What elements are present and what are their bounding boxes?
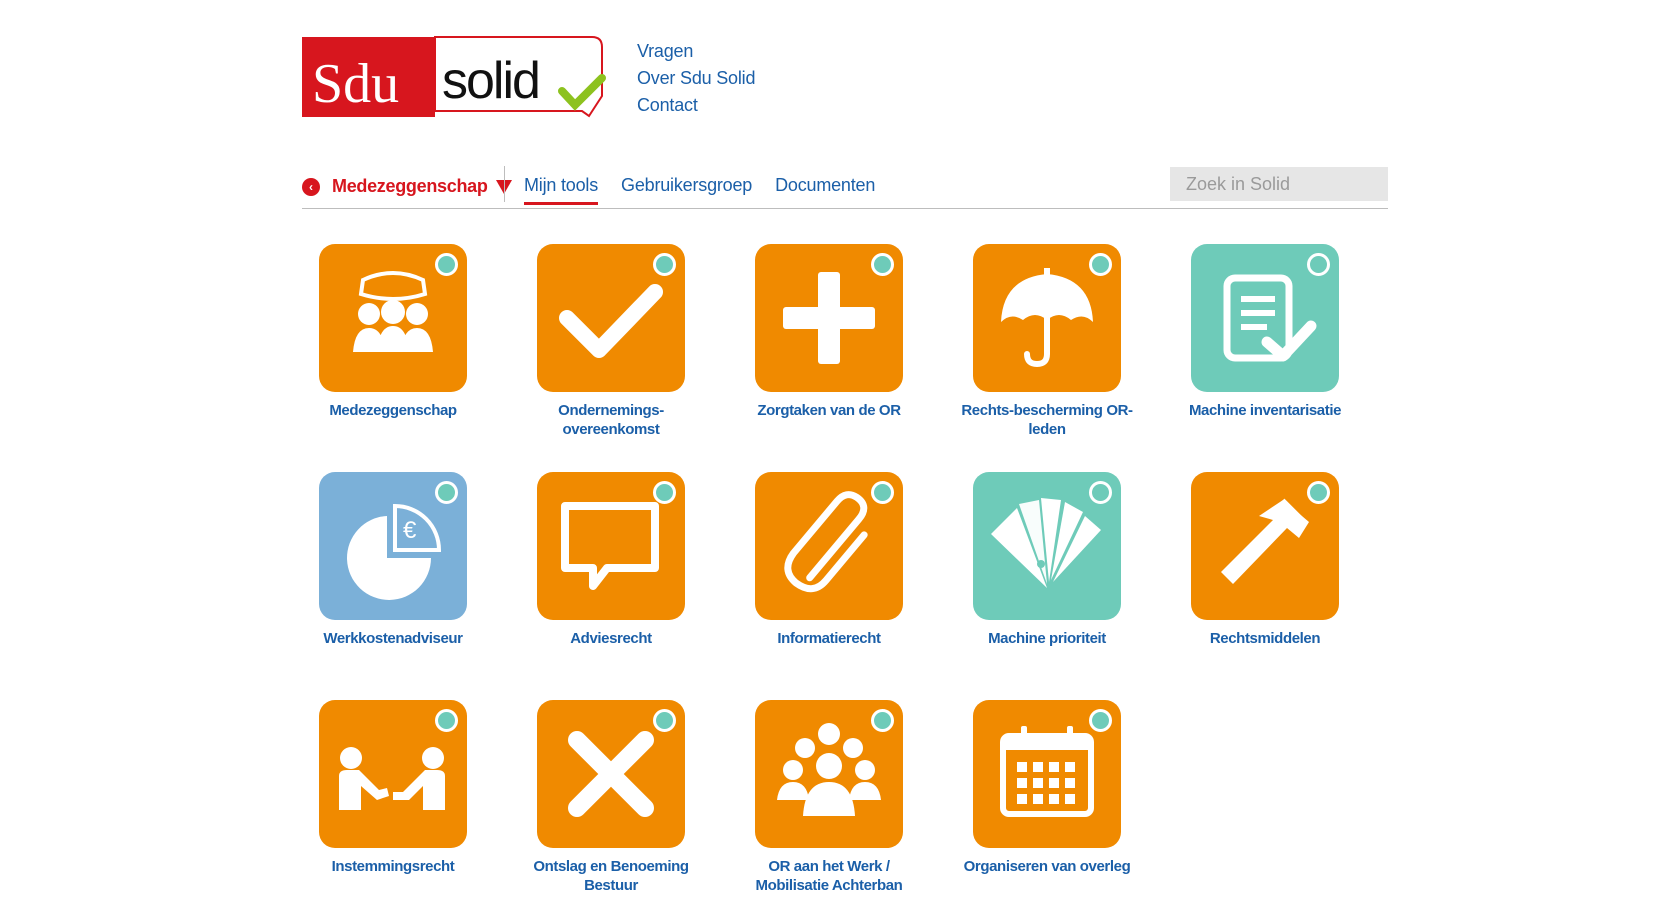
tool-tile-label[interactable]: Werkkostenadviseur xyxy=(303,629,483,648)
sdu-solid-logo[interactable]: Sdu solid xyxy=(302,36,620,124)
tool-tile[interactable]: Informatierecht xyxy=(739,472,919,648)
status-dot-icon xyxy=(1089,253,1112,276)
tool-tile[interactable]: Rechts-bescherming OR-leden xyxy=(957,244,1137,439)
tool-tile-icon-box[interactable] xyxy=(755,700,903,848)
tool-tile[interactable]: Machine inventarisatie xyxy=(1175,244,1355,420)
tab-documenten[interactable]: Documenten xyxy=(775,175,875,204)
tool-tile[interactable]: OR aan het Werk / Mobilisatie Achterban xyxy=(739,700,919,895)
logo-text-solid: solid xyxy=(442,52,539,110)
tool-tile-icon-box[interactable] xyxy=(755,472,903,620)
status-dot-icon xyxy=(871,709,894,732)
page: Sdu solid Vragen Over Sdu Solid Contact … xyxy=(0,0,1680,923)
tool-tile-label[interactable]: Organiseren van overleg xyxy=(957,857,1137,876)
status-dot-icon xyxy=(653,481,676,504)
tab-gebruikersgroep[interactable]: Gebruikersgroep xyxy=(621,175,752,204)
search-input[interactable] xyxy=(1170,167,1388,201)
nav-divider xyxy=(504,166,505,202)
tool-tile-label[interactable]: Ontslag en Benoeming Bestuur xyxy=(521,857,701,895)
tool-tile-icon-box[interactable] xyxy=(319,700,467,848)
status-dot-icon xyxy=(1089,709,1112,732)
tool-tile-label[interactable]: OR aan het Werk / Mobilisatie Achterban xyxy=(739,857,919,895)
tool-tile[interactable]: Machine prioriteit xyxy=(957,472,1137,648)
status-dot-icon xyxy=(1307,253,1330,276)
tool-tile-label[interactable]: Ondernemings-overeenkomst xyxy=(521,401,701,439)
tool-tile[interactable]: Ontslag en Benoeming Bestuur xyxy=(521,700,701,895)
svg-text:€: € xyxy=(403,517,417,544)
tool-tile-icon-box[interactable] xyxy=(537,472,685,620)
tool-tile-icon-box[interactable]: € xyxy=(319,472,467,620)
tool-tile-icon-box[interactable] xyxy=(1191,244,1339,392)
tool-tile-label[interactable]: Medezeggenschap xyxy=(303,401,483,420)
tool-tile[interactable]: Ondernemings-overeenkomst xyxy=(521,244,701,439)
tool-tile-label[interactable]: Rechtsmiddelen xyxy=(1175,629,1355,648)
top-links: Vragen Over Sdu Solid Contact xyxy=(637,38,755,119)
tool-tile[interactable]: Organiseren van overleg xyxy=(957,700,1137,876)
nav-tabs: Mijn tools Gebruikersgroep Documenten xyxy=(524,175,898,205)
tool-tile-label[interactable]: Zorgtaken van de OR xyxy=(739,401,919,420)
tool-tile-label[interactable]: Adviesrecht xyxy=(521,629,701,648)
tool-tile-icon-box[interactable] xyxy=(755,244,903,392)
status-dot-icon xyxy=(1089,481,1112,504)
link-vragen[interactable]: Vragen xyxy=(637,38,755,65)
tool-tile-icon-box[interactable] xyxy=(319,244,467,392)
status-dot-icon xyxy=(435,481,458,504)
link-over-sdu-solid[interactable]: Over Sdu Solid xyxy=(637,65,755,92)
tool-tile-label[interactable]: Informatierecht xyxy=(739,629,919,648)
tool-tile[interactable]: Zorgtaken van de OR xyxy=(739,244,919,420)
logo-text-sdu: Sdu xyxy=(312,53,399,115)
tool-tile-icon-box[interactable] xyxy=(1191,472,1339,620)
tool-tile-label[interactable]: Rechts-bescherming OR-leden xyxy=(957,401,1137,439)
tool-tile-label[interactable]: Machine inventarisatie xyxy=(1175,401,1355,420)
tool-tile-label[interactable]: Instemmingsrecht xyxy=(303,857,483,876)
status-dot-icon xyxy=(1307,481,1330,504)
tool-tile-icon-box[interactable] xyxy=(537,244,685,392)
tool-tile-icon-box[interactable] xyxy=(973,244,1121,392)
link-contact[interactable]: Contact xyxy=(637,92,755,119)
tool-tile-icon-box[interactable] xyxy=(537,700,685,848)
status-dot-icon xyxy=(435,253,458,276)
tool-tile[interactable]: Adviesrecht xyxy=(521,472,701,648)
back-arrow-icon[interactable]: ‹ xyxy=(302,177,320,196)
status-dot-icon xyxy=(871,481,894,504)
tool-tile-icon-box[interactable] xyxy=(973,472,1121,620)
tab-mijn-tools[interactable]: Mijn tools xyxy=(524,175,598,205)
crumb-label[interactable]: Medezeggenschap xyxy=(332,176,488,197)
crumb-dropdown[interactable]: ‹ Medezeggenschap xyxy=(302,176,512,197)
nav-bar: ‹ Medezeggenschap Mijn tools Gebruikersg… xyxy=(302,166,1388,209)
tool-tile-label[interactable]: Machine prioriteit xyxy=(957,629,1137,648)
status-dot-icon xyxy=(435,709,458,732)
tool-tile[interactable]: Rechtsmiddelen xyxy=(1175,472,1355,648)
status-dot-icon xyxy=(653,709,676,732)
tool-tile-icon-box[interactable] xyxy=(973,700,1121,848)
status-dot-icon xyxy=(653,253,676,276)
status-dot-icon xyxy=(871,253,894,276)
logo-graphic: Sdu solid xyxy=(302,36,606,118)
tool-tile[interactable]: Instemmingsrecht xyxy=(303,700,483,876)
tool-tile[interactable]: € Werkkostenadviseur xyxy=(303,472,483,648)
tool-tile[interactable]: Medezeggenschap xyxy=(303,244,483,420)
